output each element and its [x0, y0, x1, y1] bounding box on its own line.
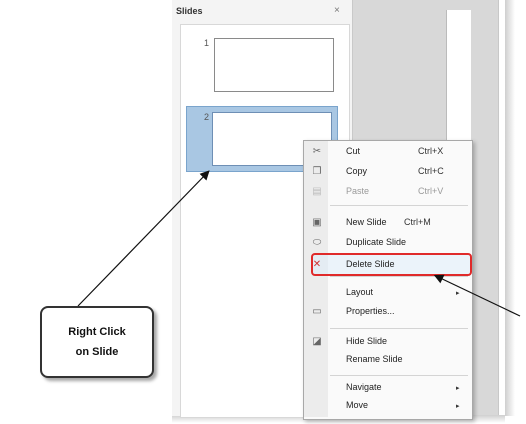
callout-text: Right Click on Slide: [42, 322, 152, 362]
callout-box: Right Click on Slide: [40, 306, 154, 378]
callout-line-2: on Slide: [75, 346, 119, 358]
callout-line-1: Right Click: [68, 326, 126, 338]
arrow-to-delete-slide: [433, 274, 521, 317]
arrow-to-slide-2: [77, 170, 210, 307]
